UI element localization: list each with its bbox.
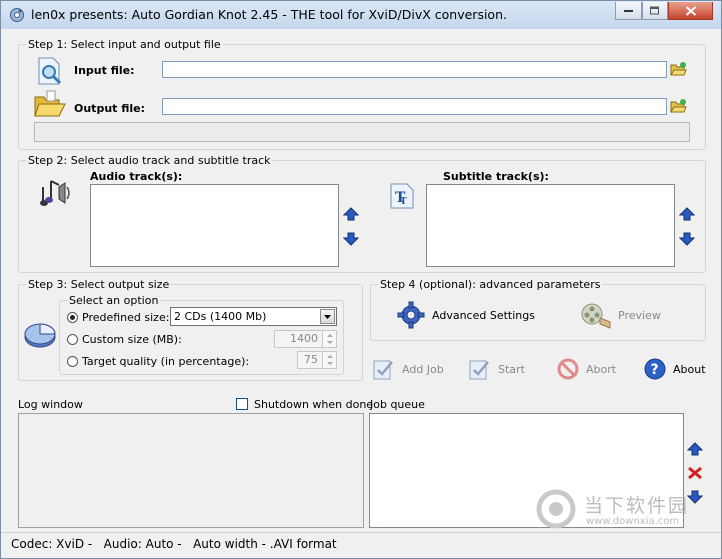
preview-label: Preview xyxy=(618,308,661,322)
target-quality-label: Target quality (in percentage): xyxy=(82,355,250,368)
spin-arrows-icon xyxy=(327,334,333,344)
target-quality-stepper[interactable]: 75 xyxy=(297,351,337,369)
about-button[interactable]: ? About xyxy=(643,356,706,382)
gear-icon xyxy=(397,301,425,329)
app-icon xyxy=(10,8,24,22)
predefined-size-select[interactable]: 2 CDs (1400 Mb) xyxy=(170,307,337,326)
spin-arrows-icon xyxy=(327,355,333,365)
start-icon xyxy=(469,360,489,380)
custom-size-stepper[interactable]: 1400 xyxy=(274,330,337,348)
subtitle-tracks-list[interactable] xyxy=(426,184,675,267)
svg-text:T: T xyxy=(400,197,407,207)
add-job-label: Add Job xyxy=(402,362,444,376)
maximize-icon xyxy=(650,6,659,14)
dropdown-arrow[interactable] xyxy=(320,309,335,324)
log-window[interactable] xyxy=(18,413,364,528)
watermark-url: www.downxia.com xyxy=(586,516,680,527)
status-text: Codec: XviD - Audio: Auto - Auto width -… xyxy=(11,537,337,551)
audio-icon xyxy=(40,180,70,206)
target-quality-spin-buttons[interactable] xyxy=(322,352,336,368)
status-bar: Codec: XviD - Audio: Auto - Auto width -… xyxy=(1,532,721,558)
queue-delete-icon[interactable] xyxy=(687,466,703,480)
audio-move-down-icon[interactable] xyxy=(343,232,359,246)
abort-button[interactable]: Abort xyxy=(556,356,616,382)
preview-button[interactable]: Preview xyxy=(580,299,661,331)
watermark-logo xyxy=(536,489,576,529)
audio-tracks-list[interactable] xyxy=(90,184,339,267)
main-window: len0x presents: Auto Gordian Knot 2.45 -… xyxy=(0,0,722,559)
shutdown-label: Shutdown when done xyxy=(254,398,374,411)
file-progress-bar xyxy=(34,122,690,142)
advanced-settings-label: Advanced Settings xyxy=(432,308,535,322)
abort-label: Abort xyxy=(586,362,617,376)
abort-icon xyxy=(557,358,579,380)
subtitle-move-up-icon[interactable] xyxy=(679,207,695,221)
add-job-icon xyxy=(373,360,393,380)
browse-input-icon[interactable] xyxy=(670,61,687,77)
target-quality-radio[interactable] xyxy=(67,356,78,367)
about-label: About xyxy=(673,362,706,376)
step4-label: Step 4 (optional): advanced parameters xyxy=(378,278,603,291)
custom-size-value: 1400 xyxy=(290,332,318,345)
output-file-label: Output file: xyxy=(74,102,146,115)
help-icon: ? xyxy=(644,358,666,380)
custom-size-radio[interactable] xyxy=(67,334,78,345)
minimize-button[interactable] xyxy=(615,2,642,20)
title-bar: len0x presents: Auto Gordian Knot 2.45 -… xyxy=(1,1,721,29)
input-file-label: Input file: xyxy=(74,64,135,77)
queue-move-up-icon[interactable] xyxy=(687,442,703,456)
maximize-button[interactable] xyxy=(642,2,668,20)
start-button[interactable]: Start xyxy=(468,356,525,382)
input-file-icon xyxy=(38,57,62,85)
watermark-text: 当下软件园 xyxy=(584,495,690,517)
audio-move-up-icon[interactable] xyxy=(343,207,359,221)
subtitle-icon: T T xyxy=(390,183,414,209)
output-file-icon xyxy=(34,90,66,117)
watermark: 当下软件园 www.downxia.com xyxy=(536,489,716,531)
output-file-field[interactable] xyxy=(162,98,667,115)
target-quality-value: 75 xyxy=(304,353,318,366)
custom-size-label: Custom size (MB): xyxy=(82,333,182,346)
start-label: Start xyxy=(498,362,525,376)
predefined-size-label: Predefined size: xyxy=(82,311,170,324)
browse-output-icon[interactable] xyxy=(670,98,687,114)
close-icon xyxy=(685,5,696,16)
pie-chart-icon xyxy=(24,323,56,348)
job-queue-label: Job queue xyxy=(370,398,425,411)
svg-text:?: ? xyxy=(651,362,659,378)
subtitle-move-down-icon[interactable] xyxy=(679,232,695,246)
minimize-icon xyxy=(623,9,633,12)
advanced-settings-button[interactable]: Advanced Settings xyxy=(396,299,535,331)
close-button[interactable] xyxy=(668,2,713,20)
chevron-down-icon xyxy=(324,315,331,319)
predefined-size-radio[interactable] xyxy=(67,312,78,323)
custom-size-spin-buttons[interactable] xyxy=(322,331,336,347)
log-window-label: Log window xyxy=(18,398,83,411)
audio-tracks-label: Audio track(s): xyxy=(90,170,183,183)
predefined-size-value: 2 CDs (1400 Mb) xyxy=(174,310,267,323)
step1-label: Step 1: Select input and output file xyxy=(26,38,223,51)
input-file-field[interactable] xyxy=(162,61,667,78)
shutdown-checkbox[interactable] xyxy=(236,398,248,410)
subtitle-tracks-label: Subtitle track(s): xyxy=(443,170,549,183)
option-group-label: Select an option xyxy=(67,294,161,307)
step3-label: Step 3: Select output size xyxy=(26,278,172,291)
step2-label: Step 2: Select audio track and subtitle … xyxy=(26,154,273,167)
window-title: len0x presents: Auto Gordian Knot 2.45 -… xyxy=(31,7,507,22)
add-job-button[interactable]: Add Job xyxy=(372,356,444,382)
film-reel-icon xyxy=(581,303,611,329)
